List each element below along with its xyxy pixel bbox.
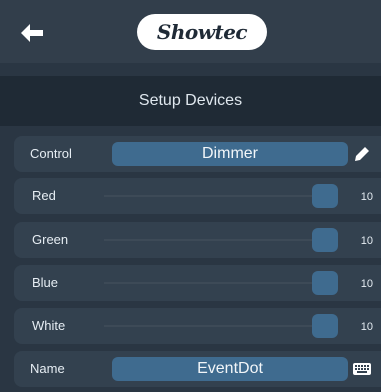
slider-track-red[interactable] — [104, 195, 316, 197]
keyboard-button[interactable] — [352, 359, 372, 379]
arrow-left-icon — [21, 24, 43, 42]
slider-value-white: 10 — [360, 321, 373, 333]
slider-track-white[interactable] — [104, 325, 316, 327]
logo-text-show: Show — [156, 20, 215, 44]
slider-label-white: White — [32, 318, 66, 333]
slider-row-white: White 10 — [14, 308, 381, 344]
slider-label-blue: Blue — [32, 275, 59, 290]
name-row: Name EventDot — [14, 351, 381, 387]
control-row: Control Dimmer — [14, 136, 381, 172]
slider-label-red: Red — [32, 188, 56, 203]
name-label: Name — [30, 361, 65, 376]
edit-button[interactable] — [352, 144, 372, 164]
keyboard-icon — [353, 363, 371, 375]
top-bar: Show tec — [0, 0, 381, 63]
slider-knob-blue[interactable] — [312, 271, 338, 295]
slider-track-blue[interactable] — [104, 282, 316, 284]
back-button[interactable] — [16, 20, 48, 46]
slider-row-blue: Blue 10 — [14, 265, 381, 301]
slider-row-green: Green 10 — [14, 222, 381, 258]
slider-track-green[interactable] — [104, 239, 316, 241]
page-title: Setup Devices — [138, 92, 243, 109]
slider-knob-green[interactable] — [312, 228, 338, 252]
showtec-logo: Show tec — [137, 14, 267, 50]
slider-value-green: 10 — [360, 235, 373, 247]
slider-knob-red[interactable] — [312, 184, 338, 208]
slider-knob-white[interactable] — [312, 314, 338, 338]
page-title-bar: Setup Devices — [0, 76, 381, 126]
control-label: Control — [30, 146, 72, 161]
pencil-icon — [355, 147, 369, 161]
control-select[interactable]: Dimmer — [112, 142, 348, 166]
name-input[interactable]: EventDot — [112, 357, 348, 381]
logo-text-tec: tec — [214, 20, 248, 44]
slider-label-green: Green — [32, 232, 69, 247]
slider-value-blue: 10 — [360, 278, 373, 290]
slider-value-red: 10 — [360, 191, 373, 203]
slider-row-red: Red 10 — [14, 178, 381, 214]
